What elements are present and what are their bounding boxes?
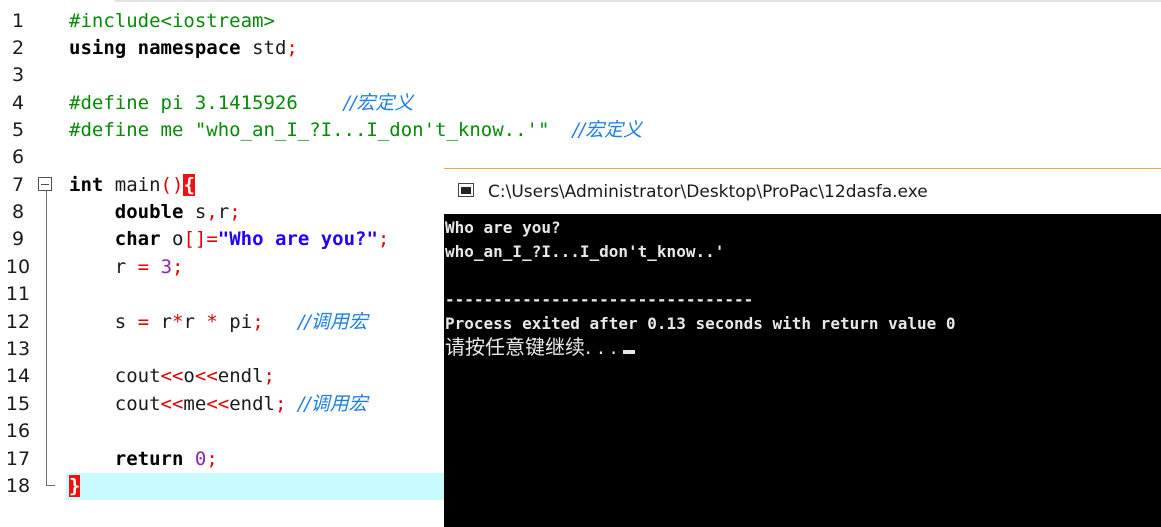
fold-guide-line [46, 191, 47, 485]
line-number: 1 [11, 10, 25, 32]
line-number: 13 [5, 338, 31, 360]
console-title: C:\Users\Administrator\Desktop\ProPac\12… [488, 182, 928, 202]
console-output[interactable]: Who are you? who_an_I_?I...I_don't_know.… [444, 214, 1161, 527]
editor-top-border [115, 0, 1161, 2]
code-line-8[interactable]: double s,r; [69, 199, 241, 226]
line-number: 10 [5, 256, 31, 278]
console-app-icon[interactable] [458, 183, 474, 197]
code-line-9[interactable]: char o[]="Who are you?"; [69, 226, 390, 253]
line-number: 17 [5, 448, 31, 470]
code-line-4[interactable]: #define pi 3.1415926 //宏定义 [69, 90, 413, 117]
text-cursor [622, 350, 635, 354]
console-line: Who are you? [445, 218, 561, 237]
line-number: 5 [11, 119, 25, 141]
line-number: 18 [5, 475, 31, 497]
line-number: 2 [11, 37, 25, 59]
code-line-5[interactable]: #define me "who_an_I_?I...I_don't_know..… [69, 117, 642, 144]
line-number: 6 [11, 146, 25, 168]
code-line-18[interactable]: } [69, 473, 81, 500]
line-number: 4 [11, 92, 25, 114]
line-number: 9 [11, 228, 25, 250]
current-line-highlight [66, 473, 445, 500]
code-line-17[interactable]: return 0; [69, 446, 218, 473]
code-line-14[interactable]: cout<<o<<endl; [69, 363, 275, 390]
code-line-7[interactable]: int main(){ [69, 172, 195, 199]
line-number: 15 [5, 393, 31, 415]
console-title-bar[interactable]: C:\Users\Administrator\Desktop\ProPac\12… [444, 168, 1161, 214]
collapse-block-icon[interactable] [38, 177, 52, 191]
code-line-15[interactable]: cout<<me<<endl; //调用宏 [69, 391, 368, 418]
code-line-2[interactable]: using namespace std; [69, 35, 298, 62]
line-number-gutter: 1 2 3 4 5 6 7 8 9 10 11 12 13 14 15 16 1… [0, 0, 66, 527]
console-prompt: 请按任意键继续. . . [445, 335, 635, 359]
fold-end-marker [46, 485, 55, 486]
line-number: 12 [5, 311, 31, 333]
matched-brace: } [69, 475, 81, 497]
console-line: who_an_I_?I...I_don't_know..' [445, 242, 725, 261]
console-line: Process exited after 0.13 seconds with r… [445, 314, 956, 333]
line-number: 14 [5, 365, 31, 387]
line-number: 3 [11, 64, 25, 86]
line-number: 11 [5, 283, 31, 305]
code-line-1[interactable]: #include<iostream> [69, 8, 275, 35]
line-number: 8 [11, 201, 25, 223]
line-number: 7 [11, 174, 25, 196]
matched-brace: { [183, 174, 195, 196]
console-window[interactable]: C:\Users\Administrator\Desktop\ProPac\12… [444, 168, 1161, 527]
line-number: 16 [5, 420, 31, 442]
console-separator: -------------------------------- [445, 290, 754, 309]
code-line-12[interactable]: s = r*r * pi; //调用宏 [69, 309, 368, 336]
code-line-10[interactable]: r = 3; [69, 254, 184, 281]
